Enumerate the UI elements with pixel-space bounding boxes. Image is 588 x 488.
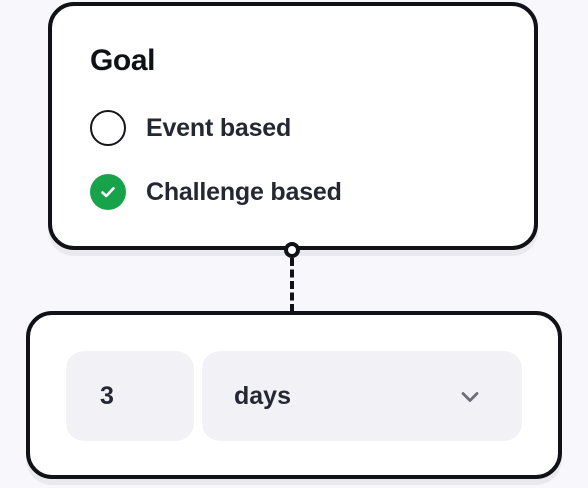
goal-title: Goal: [90, 44, 156, 77]
chevron-down-icon: [461, 392, 479, 402]
radio-checked-icon[interactable]: [90, 174, 126, 210]
duration-card: 3 days: [26, 311, 562, 479]
option-label: Event based: [146, 113, 292, 142]
duration-amount-input[interactable]: 3: [66, 351, 194, 441]
check-icon: [101, 186, 115, 198]
duration-unit-label: days: [234, 381, 291, 410]
option-label: Challenge based: [146, 177, 342, 206]
duration-unit-select[interactable]: days: [202, 351, 522, 441]
radio-unchecked-icon[interactable]: [90, 110, 126, 146]
goal-card: Goal Event based Challenge based: [48, 2, 538, 250]
connector-dashed-line: [290, 258, 294, 312]
option-challenge-based[interactable]: Challenge based: [90, 172, 342, 212]
goal-flow-canvas: Goal Event based Challenge based 3 days: [0, 0, 588, 488]
connector-handle[interactable]: [284, 242, 300, 258]
option-event-based[interactable]: Event based: [90, 108, 291, 148]
